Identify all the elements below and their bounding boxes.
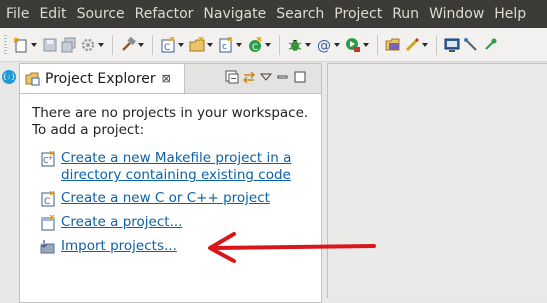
- c-project-icon: C: [40, 190, 56, 207]
- pin-icon[interactable]: [481, 36, 498, 53]
- empty-message-line-2: To add a project:: [32, 122, 145, 138]
- create-c-cpp-project-link[interactable]: Create a new C or C++ project: [61, 190, 270, 207]
- c-project-action: C Create a new C or C++ project: [40, 190, 270, 207]
- minimize-icon[interactable]: [276, 70, 290, 84]
- new-c-project-dropdown[interactable]: [178, 42, 184, 47]
- view-tab-bar: Project Explorer ⊠: [20, 64, 321, 94]
- project-explorer-view: Project Explorer ⊠ There are no projects…: [19, 63, 322, 303]
- at-icon[interactable]: @: [315, 36, 332, 53]
- main-toolbar: C c C @: [0, 28, 547, 62]
- tool-icon[interactable]: [462, 36, 479, 53]
- new-class-icon[interactable]: C: [246, 36, 263, 53]
- debug-dropdown[interactable]: [305, 42, 311, 47]
- svg-text:C: C: [164, 43, 170, 53]
- menu-search[interactable]: Search: [271, 0, 329, 28]
- run-dropdown[interactable]: [363, 42, 369, 47]
- menu-file[interactable]: File: [0, 0, 34, 28]
- empty-workspace-message: There are no projects in your workspace.…: [32, 105, 308, 139]
- svg-text:c: c: [222, 42, 227, 52]
- empty-message-line-1: There are no projects in your workspace.: [32, 105, 309, 121]
- save-icon[interactable]: [41, 36, 58, 53]
- build-dropdown[interactable]: [138, 42, 144, 47]
- restore-view-icon[interactable]: {:}: [2, 70, 16, 84]
- menu-source[interactable]: Source: [72, 0, 130, 28]
- toolbar-separator: [377, 34, 378, 55]
- new-c-file-icon[interactable]: c: [217, 36, 234, 53]
- new-c-file-dropdown[interactable]: [236, 42, 242, 47]
- menu-edit[interactable]: Edit: [34, 0, 71, 28]
- run-icon[interactable]: [344, 36, 361, 53]
- toolbar-separator: [279, 34, 280, 55]
- import-projects-action: Import projects...: [40, 238, 177, 255]
- pen-dropdown[interactable]: [422, 42, 428, 47]
- makefile-project-icon: C +: [40, 150, 56, 167]
- open-folder-icon[interactable]: [384, 36, 401, 53]
- pen-icon[interactable]: [403, 36, 420, 53]
- tab-label: Project Explorer: [45, 70, 156, 87]
- project-explorer-icon: [25, 72, 40, 86]
- toolbar-separator: [152, 34, 153, 55]
- tab-project-explorer[interactable]: Project Explorer ⊠: [20, 64, 185, 93]
- new-folder-icon[interactable]: [188, 36, 205, 53]
- makefile-project-action: C + Create a new Makefile project in a di…: [40, 150, 291, 184]
- import-icon: [40, 239, 56, 255]
- save-all-icon[interactable]: [60, 36, 77, 53]
- menu-help[interactable]: Help: [489, 0, 531, 28]
- close-icon[interactable]: ⊠: [162, 72, 171, 85]
- menu-project[interactable]: Project: [329, 0, 387, 28]
- view-toolbar: [225, 70, 310, 84]
- new-wizard-icon[interactable]: [12, 36, 29, 53]
- at-dropdown[interactable]: [334, 42, 340, 47]
- new-project-action: Create a project...: [40, 214, 182, 231]
- debug-bug-icon[interactable]: [286, 36, 303, 53]
- new-class-dropdown[interactable]: [265, 42, 271, 47]
- maximize-icon[interactable]: [293, 70, 307, 84]
- annotation-arrow-icon: [208, 232, 376, 263]
- menu-navigate[interactable]: Navigate: [198, 0, 271, 28]
- toolbar-separator: [112, 34, 113, 55]
- new-c-project-icon[interactable]: C: [159, 36, 176, 53]
- svg-text:@: @: [317, 38, 331, 53]
- view-menu-chevron-down-icon[interactable]: [259, 70, 273, 84]
- settings-icon[interactable]: [79, 36, 96, 53]
- new-folder-dropdown[interactable]: [207, 42, 213, 47]
- svg-text:+: +: [48, 155, 53, 162]
- console-icon[interactable]: [443, 36, 460, 53]
- collapse-all-icon[interactable]: [225, 70, 239, 84]
- link-with-editor-icon[interactable]: [242, 70, 256, 84]
- menu-refactor[interactable]: Refactor: [130, 0, 199, 28]
- svg-text:C: C: [252, 43, 258, 53]
- new-wizard-dropdown[interactable]: [31, 42, 37, 47]
- settings-dropdown[interactable]: [98, 42, 104, 47]
- create-makefile-project-link[interactable]: Create a new Makefile project in a direc…: [61, 150, 291, 184]
- menu-window[interactable]: Window: [424, 0, 489, 28]
- toolbar-grip[interactable]: [4, 34, 7, 55]
- import-projects-link[interactable]: Import projects...: [61, 238, 177, 255]
- toolbar-separator: [436, 34, 437, 55]
- new-project-icon: [40, 214, 56, 231]
- svg-text:C: C: [44, 197, 50, 207]
- build-hammer-icon[interactable]: [119, 36, 136, 53]
- menu-run[interactable]: Run: [387, 0, 424, 28]
- menu-bar: File Edit Source Refactor Navigate Searc…: [0, 0, 547, 28]
- create-project-link[interactable]: Create a project...: [61, 214, 182, 231]
